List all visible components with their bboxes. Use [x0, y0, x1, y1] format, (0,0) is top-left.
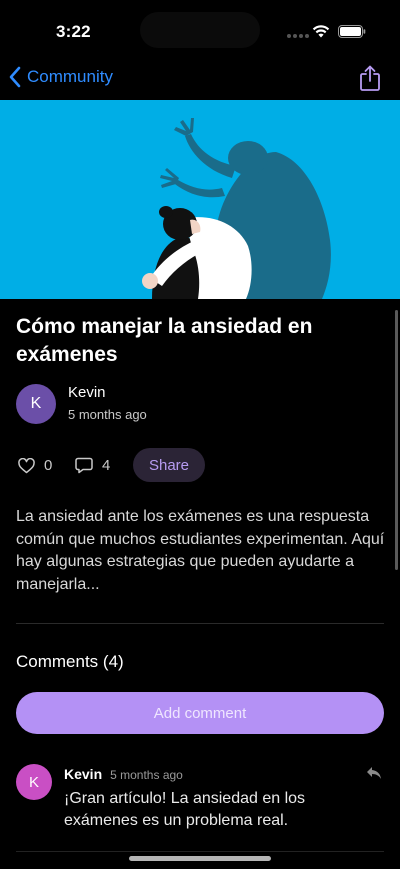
chevron-left-icon	[9, 66, 21, 88]
reply-icon	[367, 767, 381, 779]
heart-icon	[18, 457, 35, 473]
like-button[interactable]: 0	[18, 457, 52, 474]
hero-image	[0, 100, 400, 299]
like-count: 0	[44, 457, 53, 474]
reply-button[interactable]	[366, 766, 382, 785]
comment-avatar: K	[16, 764, 52, 800]
comment-time: 5 months ago	[110, 768, 183, 782]
post-time: 5 months ago	[68, 407, 147, 422]
wifi-icon	[312, 25, 330, 38]
scroll-indicator	[395, 310, 398, 570]
section-divider	[16, 623, 384, 624]
battery-icon	[338, 25, 366, 38]
comment-count: 4	[102, 457, 111, 474]
comments-count-button[interactable]: 4	[75, 457, 110, 474]
share-icon	[360, 65, 380, 91]
comment-header: Kevin 5 months ago	[64, 766, 183, 782]
author-row[interactable]: K Kevin 5 months ago	[16, 384, 147, 424]
back-label: Community	[27, 67, 113, 86]
comment-author: Kevin	[64, 766, 103, 782]
share-nav-button[interactable]	[358, 64, 382, 97]
comment-text: ¡Gran artículo! La ansiedad en los exáme…	[64, 790, 306, 829]
cellular-signal-icon	[287, 34, 309, 38]
author-info: Kevin 5 months ago	[68, 384, 147, 422]
article-title: Cómo manejar la ansiedad en exámenes	[16, 315, 313, 366]
comment-bubble-icon	[75, 457, 93, 474]
actions-row: 0 4 Share	[16, 448, 386, 482]
screen: 3:22 Community Cómo manejar la ansiedad …	[0, 0, 400, 869]
add-comment-button[interactable]: Add comment	[16, 692, 384, 734]
article-body: La ansiedad ante los exámenes es una res…	[16, 508, 385, 593]
author-avatar: K	[16, 384, 56, 424]
anxiety-illustration	[0, 100, 400, 299]
comments-heading: Comments (4)	[16, 652, 124, 671]
dynamic-island	[140, 12, 260, 48]
status-bar: 3:22	[0, 0, 400, 60]
comment-divider	[16, 851, 384, 852]
home-indicator	[129, 856, 271, 861]
status-time: 3:22	[56, 22, 91, 41]
share-button[interactable]: Share	[133, 448, 205, 482]
back-button[interactable]: Community	[8, 66, 113, 88]
nav-bar: Community	[0, 60, 400, 100]
author-name: Kevin	[68, 384, 106, 401]
